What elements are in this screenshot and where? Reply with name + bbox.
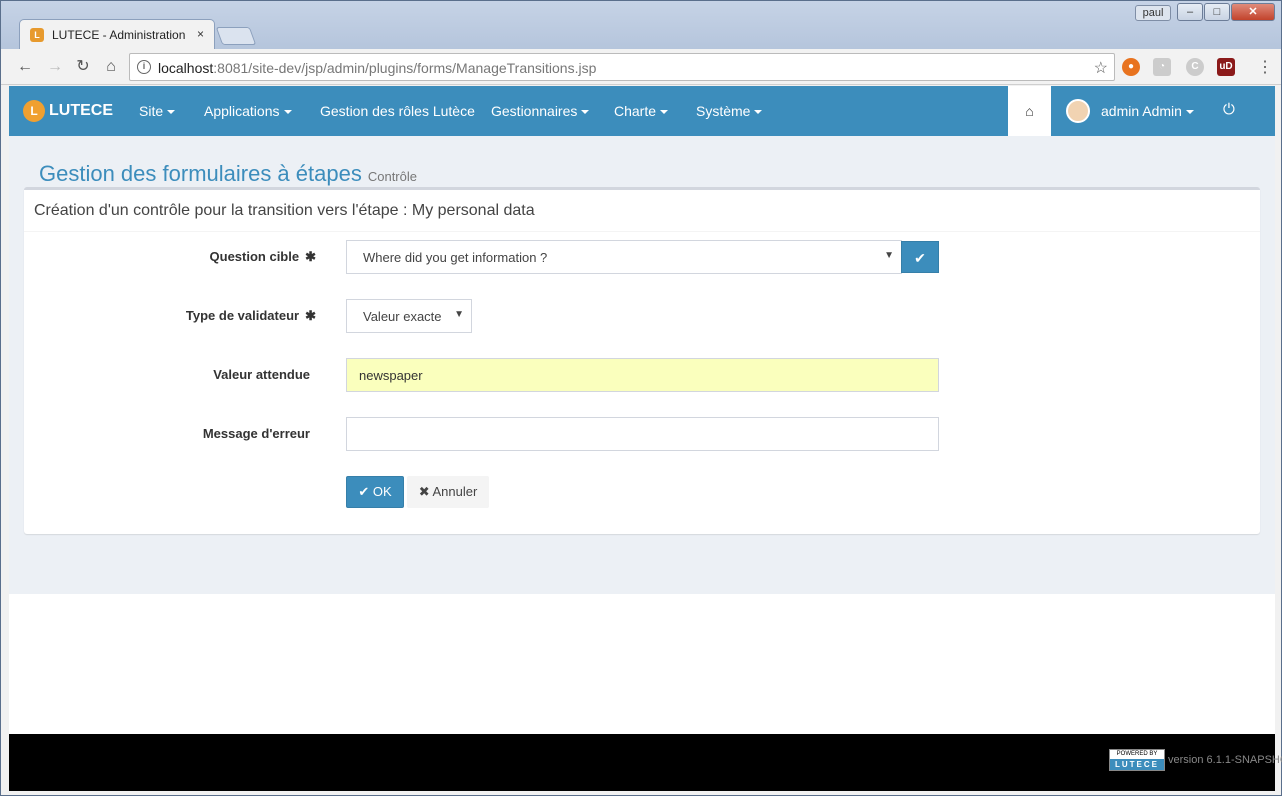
- caret-down-icon: [581, 110, 590, 115]
- expected-value-input[interactable]: newspaper: [346, 358, 939, 392]
- user-menu[interactable]: admin Admin: [1101, 103, 1194, 119]
- power-icon[interactable]: ⏻: [1223, 101, 1235, 118]
- brand-text: LUTECE: [49, 102, 113, 119]
- caret-down-icon: [754, 110, 763, 115]
- info-icon[interactable]: i: [137, 60, 151, 74]
- bookmark-star-icon[interactable]: ☆: [1094, 58, 1108, 78]
- title-bar: L LUTECE - Administration × paul – □ ✕: [1, 1, 1281, 49]
- address-bar[interactable]: i localhost:8081/site-dev/jsp/admin/plug…: [129, 53, 1115, 81]
- question-select[interactable]: Where did you get information ? ▼: [346, 240, 902, 274]
- brand[interactable]: L LUTECE: [23, 100, 113, 122]
- reload-icon[interactable]: ↻: [73, 57, 93, 77]
- firefox-extension-icon[interactable]: ●: [1122, 58, 1140, 76]
- cancel-button-label: Annuler: [432, 484, 478, 499]
- caret-down-icon: [283, 110, 292, 115]
- expected-value-label: Valeur attendue: [213, 367, 310, 382]
- page-subtitle: Contrôle: [367, 169, 417, 184]
- close-window-icon[interactable]: ✕: [1231, 3, 1275, 21]
- error-message-input[interactable]: [346, 417, 939, 451]
- footer: POWERED BY LUTECE version 6.1.1-SNAPSHOT: [9, 734, 1282, 791]
- divider: [24, 231, 1260, 232]
- home-icon[interactable]: ⌂: [101, 57, 121, 77]
- apply-question-button[interactable]: ✔: [901, 241, 939, 273]
- nav-item-label: Applications: [204, 103, 280, 119]
- rss-extension-icon[interactable]: ◔: [1153, 58, 1171, 76]
- home-icon: ⌂: [1025, 103, 1034, 119]
- powered-by-text: POWERED BY: [1116, 751, 1158, 757]
- nav-item-applications[interactable]: Applications: [204, 103, 292, 119]
- browser-toolbar: ← → ↻ ⌂ i localhost:8081/site-dev/jsp/ad…: [1, 49, 1281, 85]
- powered-by-logo: POWERED BY LUTECE: [1109, 749, 1165, 771]
- url-text: localhost:8081/site-dev/jsp/admin/plugin…: [158, 60, 596, 76]
- top-navbar: L LUTECE Site Applications Gestion des rô…: [9, 86, 1275, 136]
- ok-button[interactable]: ✔ OK: [346, 476, 404, 508]
- validator-label: Type de validateur ✱: [186, 308, 316, 324]
- ok-button-label: OK: [372, 484, 392, 499]
- tab-close-icon[interactable]: ×: [197, 27, 204, 41]
- validator-select[interactable]: Valeur exacte ▼: [346, 299, 472, 333]
- nav-item-label: Gestion des rôles Lutèce: [320, 103, 475, 119]
- home-button[interactable]: ⌂: [1008, 86, 1051, 136]
- page-title: Gestion des formulaires à étapes: [39, 161, 362, 186]
- browser-menu-icon[interactable]: ⋮: [1257, 57, 1273, 77]
- nav-item-label: Site: [139, 103, 164, 119]
- form-box: Création d'un contrôle pour la transitio…: [24, 187, 1260, 534]
- lutece-favicon-icon: L: [30, 28, 44, 42]
- box-title: Création d'un contrôle pour la transitio…: [34, 202, 535, 219]
- profile-badge[interactable]: paul: [1135, 5, 1171, 21]
- validator-label-text: Type de validateur: [185, 308, 300, 323]
- page-viewport: L LUTECE Site Applications Gestion des rô…: [9, 86, 1282, 791]
- error-message-label: Message d'erreur: [202, 426, 310, 441]
- c-extension-icon[interactable]: C: [1186, 58, 1204, 76]
- powered-brand-text: LUTECE: [1110, 759, 1164, 770]
- question-label-text: Question cible: [209, 249, 300, 264]
- question-label: Question cible ✱: [210, 249, 316, 265]
- avatar[interactable]: [1066, 99, 1090, 123]
- validator-select-value: Valeur exacte: [363, 309, 442, 324]
- required-icon: ✱: [305, 249, 316, 264]
- nav-item-label: Système: [696, 103, 751, 119]
- check-icon: ✔: [358, 484, 373, 499]
- browser-window: L LUTECE - Administration × paul – □ ✕ ←…: [0, 0, 1282, 796]
- minimize-icon[interactable]: –: [1177, 3, 1203, 21]
- cancel-button[interactable]: ✖ Annuler: [407, 476, 489, 508]
- user-name: admin Admin: [1101, 103, 1182, 119]
- nav-item-charte[interactable]: Charte: [614, 103, 669, 119]
- required-icon: ✱: [305, 308, 316, 323]
- select-arrow-icon: ▼: [884, 250, 894, 261]
- nav-item-label: Charte: [614, 103, 657, 119]
- browser-tab[interactable]: L LUTECE - Administration ×: [19, 19, 215, 49]
- nav-item-roles[interactable]: Gestion des rôles Lutèce: [320, 103, 475, 119]
- close-icon: ✖: [418, 484, 433, 499]
- page-header: Gestion des formulaires à étapes Contrôle: [39, 161, 417, 187]
- caret-down-icon: [1185, 110, 1194, 115]
- new-tab-button[interactable]: [215, 27, 257, 45]
- nav-item-gestionnaires[interactable]: Gestionnaires: [491, 103, 590, 119]
- url-path: :8081/site-dev/jsp/admin/plugins/forms/M…: [213, 60, 597, 76]
- version-text: version 6.1.1-SNAPSHOT: [1168, 754, 1282, 766]
- maximize-icon[interactable]: □: [1204, 3, 1230, 21]
- lutece-logo-icon: L: [23, 100, 45, 122]
- forward-arrow-icon[interactable]: →: [45, 57, 65, 77]
- question-select-value: Where did you get information ?: [363, 250, 548, 265]
- nav-item-site[interactable]: Site: [139, 103, 176, 119]
- ublock-extension-icon[interactable]: uD: [1217, 58, 1235, 76]
- caret-down-icon: [660, 110, 669, 115]
- back-arrow-icon[interactable]: ←: [15, 57, 35, 77]
- check-icon: ✔: [914, 250, 926, 266]
- nav-item-systeme[interactable]: Système: [696, 103, 763, 119]
- nav-item-label: Gestionnaires: [491, 103, 578, 119]
- caret-down-icon: [167, 110, 176, 115]
- select-arrow-icon: ▼: [454, 309, 464, 320]
- tab-title: LUTECE - Administration: [52, 28, 186, 42]
- url-host: localhost: [158, 60, 214, 76]
